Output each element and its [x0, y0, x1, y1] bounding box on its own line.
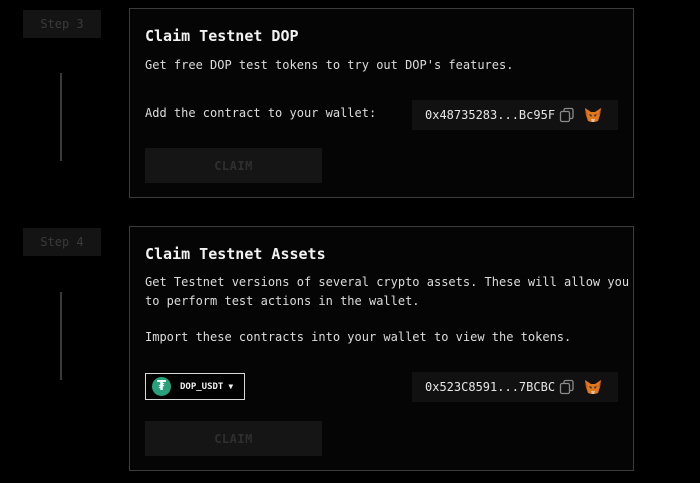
- dop-contract-address-box: 0x48735283...Bc95F: [412, 100, 618, 130]
- description-line-1: Get Testnet versions of several crypto a…: [145, 275, 630, 289]
- copy-icon[interactable]: [559, 379, 575, 395]
- asset-contract-address: 0x523C8591...7BCBC: [425, 380, 556, 394]
- chevron-down-icon: ▼: [228, 382, 234, 391]
- claim-dop-title: Claim Testnet DOP: [145, 27, 299, 45]
- tether-icon: ₮: [152, 377, 171, 396]
- description-line-2: to perform test actions in the wallet.: [145, 294, 420, 308]
- token-dropdown[interactable]: ₮ DOP_USDT ▼: [145, 373, 245, 400]
- step-3-label: Step 3: [40, 17, 84, 31]
- step-connector-line: [60, 292, 62, 380]
- claim-assets-title: Claim Testnet Assets: [145, 245, 326, 263]
- metamask-fox-icon[interactable]: [584, 106, 602, 124]
- step-3-indicator: Step 3: [23, 10, 101, 38]
- dop-contract-address: 0x48735283...Bc95F: [425, 108, 556, 122]
- contract-label: Add the contract to your wallet:: [145, 106, 377, 120]
- metamask-fox-icon[interactable]: [584, 378, 602, 396]
- claim-dop-card: Claim Testnet DOP Get free DOP test toke…: [129, 8, 634, 198]
- step-4-indicator: Step 4: [23, 228, 101, 256]
- step-connector-line: [60, 73, 62, 161]
- step-4-label: Step 4: [40, 235, 84, 249]
- import-instructions: Import these contracts into your wallet …: [145, 330, 572, 344]
- claim-assets-card: Claim Testnet Assets Get Testnet version…: [129, 226, 634, 471]
- token-dropdown-value: DOP_USDT: [180, 381, 224, 392]
- copy-icon[interactable]: [559, 107, 575, 123]
- asset-contract-address-box: 0x523C8591...7BCBC: [412, 372, 618, 402]
- claim-assets-description: Get Testnet versions of several crypto a…: [145, 273, 629, 311]
- claim-assets-button[interactable]: CLAIM: [145, 421, 322, 456]
- claim-dop-button[interactable]: CLAIM: [145, 148, 322, 183]
- claim-dop-description: Get free DOP test tokens to try out DOP'…: [145, 58, 514, 72]
